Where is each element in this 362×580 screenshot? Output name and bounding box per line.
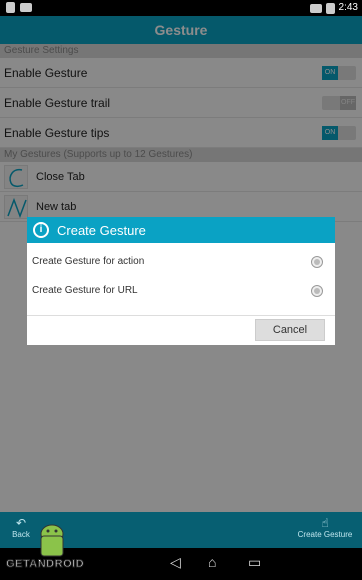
dialog-header: i Create Gesture	[27, 217, 335, 243]
dialog-title: Create Gesture	[57, 223, 146, 238]
option-gesture-for-url[interactable]: Create Gesture for URL	[27, 276, 335, 305]
radio-button[interactable]	[311, 285, 323, 297]
android-robot-icon	[40, 524, 64, 557]
create-gesture-label: Create Gesture	[297, 530, 353, 539]
nav-back-icon[interactable]: ◁	[170, 554, 181, 571]
info-icon: i	[33, 222, 49, 238]
notification-icon	[20, 3, 32, 12]
hand-gesture-icon: ☝	[321, 516, 329, 530]
wifi-icon	[309, 4, 322, 13]
cancel-button[interactable]: Cancel	[255, 319, 325, 341]
nav-recent-apps-icon[interactable]: ▭	[248, 554, 261, 571]
create-gesture-dialog: i Create Gesture Create Gesture for acti…	[27, 217, 335, 345]
battery-icon	[325, 2, 335, 14]
watermark-text: GETANDROID	[5, 558, 85, 571]
option-label: Create Gesture for action	[32, 256, 145, 267]
create-gesture-button[interactable]: ☝ Create Gesture	[292, 516, 358, 539]
status-bar: 2:43	[0, 0, 362, 16]
dialog-footer: Cancel	[27, 315, 335, 345]
nav-home-icon[interactable]: ⌂	[208, 554, 216, 570]
phone-icon	[6, 2, 15, 13]
option-gesture-for-action[interactable]: Create Gesture for action	[27, 247, 335, 276]
status-time: 2:43	[338, 2, 358, 13]
option-label: Create Gesture for URL	[32, 285, 138, 296]
radio-button[interactable]	[311, 256, 323, 268]
watermark: GETANDROID	[5, 520, 124, 576]
